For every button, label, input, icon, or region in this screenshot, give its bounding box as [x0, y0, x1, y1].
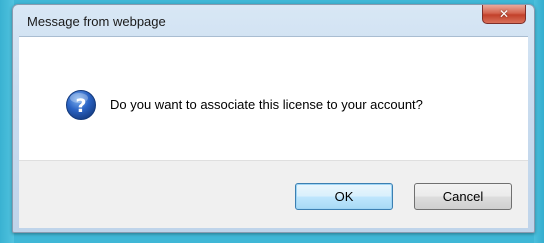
close-button[interactable]: ✕ — [482, 5, 526, 24]
dialog-titlebar[interactable]: Message from webpage ✕ — [13, 5, 534, 35]
message-dialog: Message from webpage ✕ ? Do you want to … — [12, 4, 535, 233]
svg-text:?: ? — [75, 95, 86, 117]
cancel-button[interactable]: Cancel — [414, 183, 512, 210]
dialog-title: Message from webpage — [27, 14, 166, 29]
ok-button[interactable]: OK — [295, 183, 393, 210]
close-icon: ✕ — [498, 7, 510, 21]
background-right — [534, 0, 544, 243]
dialog-message: Do you want to associate this license to… — [110, 97, 423, 112]
dialog-button-bar: OK Cancel — [19, 160, 528, 228]
question-icon: ? — [66, 90, 96, 120]
dialog-content: ? Do you want to associate this license … — [19, 36, 528, 161]
